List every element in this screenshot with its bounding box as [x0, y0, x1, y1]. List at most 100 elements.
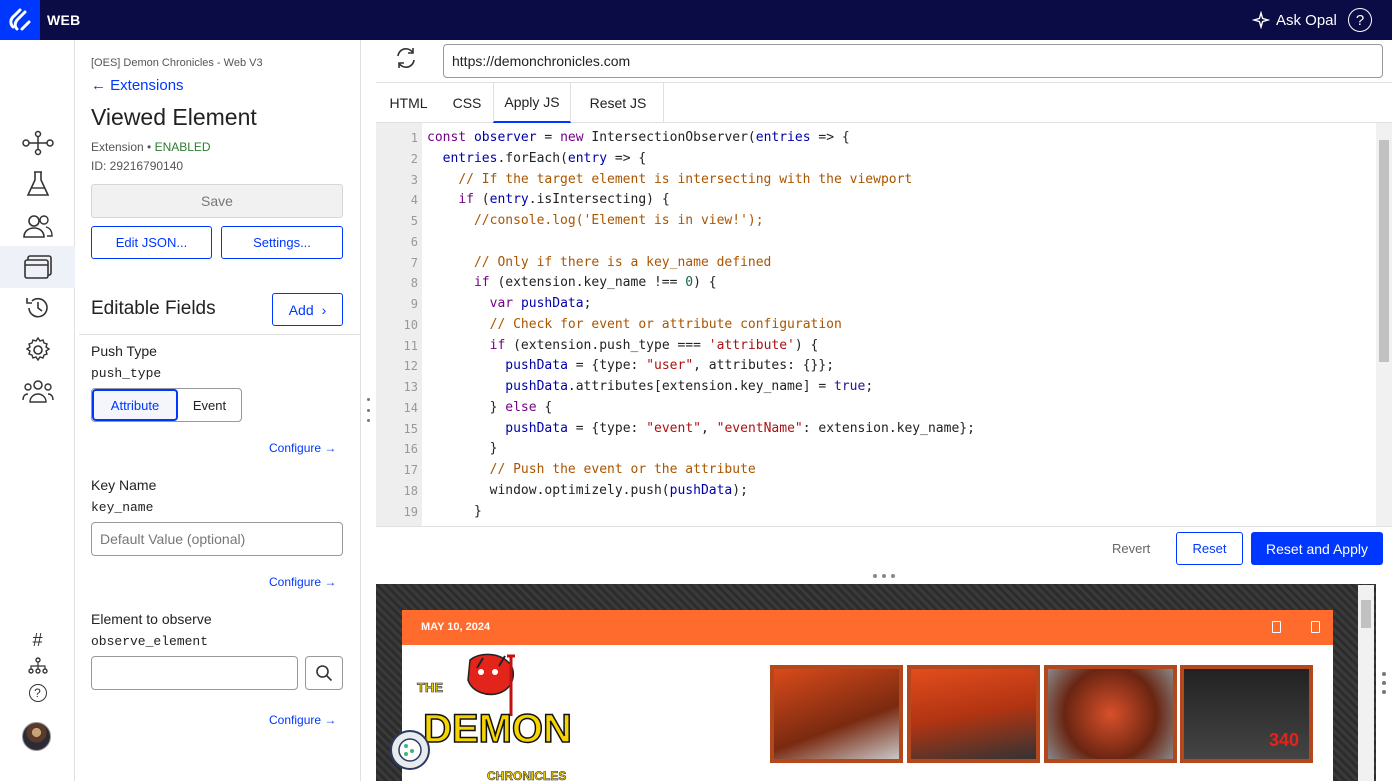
code-line[interactable]: entries.forEach(entry => {: [427, 151, 647, 166]
element-to-observe-label: Element to observe: [91, 611, 212, 627]
help-glyph: ?: [1355, 11, 1365, 29]
configure-observe-element-link[interactable]: Configure →: [269, 713, 336, 727]
pane-resize-handle[interactable]: [873, 574, 895, 578]
code-line[interactable]: var pushData;: [427, 296, 592, 311]
demon-chronicles-logo[interactable]: THE DEMON CHRONICLES: [415, 650, 595, 781]
gallery-thumb[interactable]: [770, 665, 903, 763]
preview-scrollbar-thumb[interactable]: [1361, 600, 1371, 628]
push-type-toggle: Attribute Event: [91, 388, 242, 422]
help-glyph-small: ?: [28, 684, 47, 702]
observe-element-input[interactable]: [91, 656, 298, 690]
sparkle-icon: [1252, 11, 1270, 29]
code-line[interactable]: //console.log('Element is in view!');: [427, 213, 764, 228]
svg-text:CHRONICLES: CHRONICLES: [487, 769, 566, 781]
line-number: 2: [410, 151, 418, 166]
event-option[interactable]: Event: [178, 389, 241, 421]
optimizely-logo-icon[interactable]: [0, 0, 40, 40]
flags-nav-icon[interactable]: [0, 123, 75, 163]
code-line[interactable]: pushData = {type: "event", "eventName": …: [427, 421, 975, 436]
refresh-icon[interactable]: [392, 44, 420, 72]
code-line[interactable]: window.optimizely.push(pushData);: [427, 483, 748, 498]
app-name: WEB: [47, 12, 81, 28]
revert-button[interactable]: Revert: [1112, 541, 1150, 556]
code-line[interactable]: const observer = new IntersectionObserve…: [427, 130, 850, 145]
gallery-thumb[interactable]: [1044, 665, 1177, 763]
code-line[interactable]: pushData.attributes[extension.key_name] …: [427, 379, 873, 394]
line-number: 4: [410, 193, 418, 208]
code-line[interactable]: if (extension.key_name !== 0) {: [427, 275, 717, 290]
line-number: 19: [403, 504, 418, 519]
gallery-thumb[interactable]: 340: [1180, 665, 1313, 763]
right-resize-handle[interactable]: [1382, 672, 1386, 694]
edit-json-button[interactable]: Edit JSON...: [91, 226, 212, 259]
history-icon[interactable]: [0, 288, 75, 328]
hash-icon[interactable]: #: [0, 628, 75, 652]
top-bar: WEB Ask Opal ?: [0, 0, 1392, 40]
code-line[interactable]: } else {: [427, 400, 553, 415]
help-icon[interactable]: ?: [1348, 8, 1372, 32]
code-line[interactable]: if (entry.isIntersecting) {: [427, 192, 669, 207]
line-number: 9: [410, 297, 418, 311]
reset-button[interactable]: Reset: [1176, 532, 1243, 565]
code-line[interactable]: pushData = {type: "user", attributes: {}…: [427, 358, 834, 373]
configure-key-name-link[interactable]: Configure →: [269, 575, 336, 589]
line-number: 5: [410, 214, 418, 228]
site-page-icon-2[interactable]: [1311, 621, 1320, 633]
url-input[interactable]: https://demonchronicles.com: [443, 44, 1383, 78]
reset-and-apply-button[interactable]: Reset and Apply: [1251, 532, 1383, 565]
line-number: 15: [403, 421, 418, 436]
line-number: 14: [403, 400, 418, 415]
key-name-key: key_name: [91, 500, 154, 515]
observe-element-key: observe_element: [91, 634, 209, 649]
code-line[interactable]: // Check for event or attribute configur…: [427, 317, 842, 332]
editor-scrollbar-thumb[interactable]: [1379, 140, 1389, 362]
extension-status-line: Extension • ENABLED: [91, 140, 211, 154]
avatar[interactable]: [22, 722, 51, 751]
editor-scrollbar[interactable]: [1376, 123, 1392, 526]
tab-css[interactable]: CSS: [441, 83, 493, 123]
line-number: 7: [410, 255, 418, 270]
arrow-right-icon: →: [324, 713, 337, 727]
push-type-label: Push Type: [91, 343, 157, 359]
tab-apply-js[interactable]: Apply JS: [493, 83, 571, 123]
extension-id: ID: 29216790140: [91, 159, 184, 173]
divider: [79, 334, 361, 335]
code-line[interactable]: if (extension.push_type === 'attribute')…: [427, 338, 819, 353]
code-editor[interactable]: 1 2 3 4 5 6 7 8 9 10 11 12 13 14 15 16 17 18 19 const obse…: [376, 123, 1392, 526]
arrow-right-icon: →: [324, 575, 337, 589]
site-page-icon[interactable]: [1272, 621, 1281, 633]
element-picker-button[interactable]: [305, 656, 343, 690]
code-line[interactable]: // Push the event or the attribute: [427, 462, 756, 477]
configure-push-type-link[interactable]: Configure →: [269, 441, 336, 455]
extensions-nav-icon[interactable]: [0, 246, 75, 288]
collaborators-icon[interactable]: [0, 371, 75, 411]
add-field-button[interactable]: Add ›: [272, 293, 343, 326]
extension-type-label: Extension •: [91, 140, 152, 154]
hierarchy-icon[interactable]: [0, 654, 75, 678]
help-circle-icon[interactable]: ?: [0, 681, 75, 705]
experiments-flask-icon[interactable]: [0, 164, 75, 204]
status-badge: ENABLED: [154, 140, 211, 154]
code-line[interactable]: // Only if there is a key_name defined: [427, 255, 771, 270]
settings-button[interactable]: Settings...: [221, 226, 343, 259]
attribute-option[interactable]: Attribute: [92, 389, 178, 421]
back-to-extensions-link[interactable]: ← Extensions: [91, 77, 184, 94]
save-button[interactable]: Save: [91, 184, 343, 218]
tab-reset-js[interactable]: Reset JS: [573, 83, 664, 123]
settings-gear-icon[interactable]: [0, 330, 75, 370]
tab-html[interactable]: HTML: [376, 83, 441, 123]
preview-scrollbar[interactable]: [1358, 585, 1374, 781]
cookie-icon[interactable]: [390, 730, 430, 770]
code-line[interactable]: }: [427, 441, 498, 456]
ask-opal-button[interactable]: Ask Opal: [1252, 11, 1337, 29]
code-line[interactable]: }: [427, 504, 482, 519]
audiences-icon[interactable]: [0, 206, 75, 246]
line-number: 13: [403, 380, 418, 394]
code-line[interactable]: // If the target element is intersecting…: [427, 172, 912, 187]
configure-label: Configure: [269, 713, 322, 727]
panel-resize-handle[interactable]: [364, 398, 372, 422]
gallery-thumb[interactable]: [907, 665, 1040, 763]
gallery-thumb-label: 340: [1268, 730, 1299, 750]
line-number: 3: [410, 172, 418, 187]
key-name-input[interactable]: Default Value (optional): [91, 522, 343, 556]
